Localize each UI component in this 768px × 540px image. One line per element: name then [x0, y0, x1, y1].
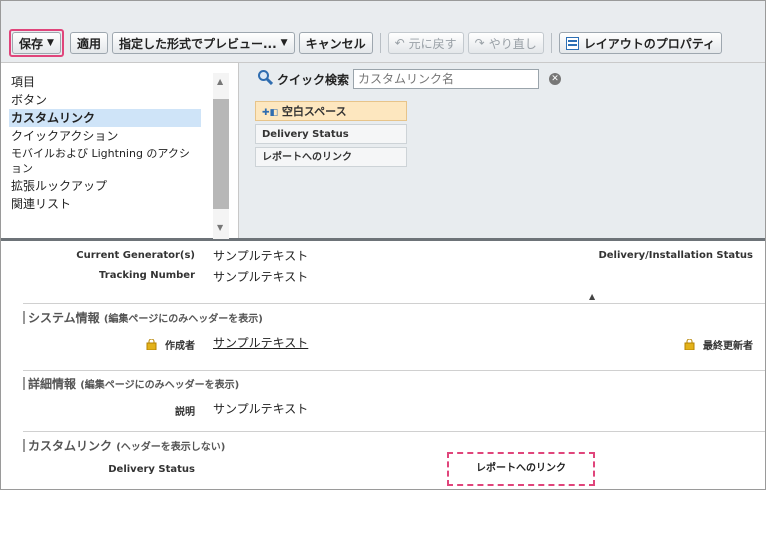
scroll-down-icon[interactable]: ▼	[217, 223, 223, 232]
created-by-value[interactable]: サンプルテキスト	[213, 334, 308, 351]
page-layout-body: Current Generator(s) サンプルテキスト Delivery/I…	[1, 241, 765, 489]
undo-label: 元に戻す	[408, 36, 457, 51]
redo-button[interactable]: ↷ やり直し	[467, 32, 544, 54]
chevron-down-icon[interactable]: ▼	[47, 38, 54, 48]
drag-handle-icon	[23, 439, 25, 452]
layout-properties-button[interactable]: レイアウトのプロパティ	[558, 32, 723, 54]
section-title: カスタムリンク	[28, 439, 113, 453]
last-modified-label: 最終更新者	[641, 337, 753, 352]
layout-properties-label: レイアウトのプロパティ	[583, 36, 716, 51]
section-divider	[23, 303, 765, 304]
undo-button[interactable]: ↶ 元に戻す	[387, 32, 464, 54]
category-mobile-lightning-actions[interactable]: モバイルおよび Lightning のアクシ	[9, 145, 201, 163]
description-value[interactable]: サンプルテキスト	[213, 400, 308, 417]
last-modified-text: 最終更新者	[703, 341, 753, 352]
created-by-text: 作成者	[165, 341, 195, 352]
section-title: 詳細情報	[28, 377, 77, 391]
chevron-down-icon: ▼	[280, 38, 288, 48]
field-label: Current Generator(s)	[76, 250, 195, 261]
blank-space-icon: ✚◧	[262, 108, 279, 118]
toolbar-buttons: 保存 ▼ 適用 指定した形式でプレビュー... ▼ キャンセル ↶ 元に戻す ↷…	[9, 29, 723, 57]
palette-category-list: 項目 ボタン カスタムリンク クイックアクション モバイルおよび Lightni…	[9, 73, 229, 239]
drag-handle-icon	[23, 311, 25, 324]
drag-handle-icon	[23, 377, 25, 390]
field-value[interactable]: サンプルテキスト	[213, 247, 308, 264]
redo-icon: ↷	[474, 36, 485, 50]
properties-icon	[565, 36, 579, 50]
section-subtitle: (編集ページにのみヘッダーを表示)	[103, 314, 263, 325]
toolbar-separator	[379, 33, 381, 53]
field-label-right: Delivery/Installation Status	[598, 250, 753, 261]
section-subtitle: (ヘッダーを表示しない)	[116, 442, 226, 453]
palette-items-area: クイック検索 ✕ ✚◧ 空白スペース Delivery Status レポートへ…	[238, 63, 765, 238]
category-buttons[interactable]: ボタン	[9, 91, 201, 109]
palette-item-label: 空白スペース	[281, 105, 347, 118]
created-by-label: 作成者	[101, 337, 195, 352]
field-value[interactable]: サンプルテキスト	[213, 268, 308, 285]
clear-search-icon[interactable]: ✕	[549, 73, 562, 85]
field-label: Tracking Number	[99, 270, 195, 281]
palette-item-blank-space[interactable]: ✚◧ 空白スペース	[255, 101, 407, 121]
category-custom-links[interactable]: カスタムリンク	[9, 109, 201, 127]
section-divider	[23, 431, 765, 432]
palette-item-report-link[interactable]: レポートへのリンク	[255, 147, 407, 167]
palette: 項目 ボタン カスタムリンク クイックアクション モバイルおよび Lightni…	[1, 63, 765, 303]
preview-as-button[interactable]: 指定した形式でプレビュー... ▼	[111, 32, 295, 54]
toolbar-separator	[550, 33, 552, 53]
cancel-label: キャンセル	[305, 36, 366, 51]
redo-label: やり直し	[488, 36, 537, 51]
undo-icon: ↶	[394, 36, 405, 50]
custom-link-report-drop-target[interactable]: レポートへのリンク	[447, 452, 595, 486]
custom-link-delivery-status[interactable]: Delivery Status	[61, 464, 195, 475]
section-header-custom-links[interactable]: カスタムリンク (ヘッダーを表示しない)	[23, 437, 225, 454]
cancel-button[interactable]: キャンセル	[298, 32, 373, 54]
section-header-system-info[interactable]: システム情報 (編集ページにのみヘッダーを表示)	[23, 309, 263, 326]
section-title: システム情報	[28, 311, 100, 325]
category-related-lists[interactable]: 関連リスト	[9, 195, 201, 213]
scroll-up-icon[interactable]: ▲	[217, 77, 223, 86]
quick-find-input[interactable]	[353, 69, 540, 89]
lock-icon	[146, 338, 157, 351]
description-label: 説明	[175, 407, 195, 418]
category-fields[interactable]: 項目	[9, 73, 201, 91]
palette-item-delivery-status[interactable]: Delivery Status	[255, 124, 407, 144]
lock-icon	[684, 338, 695, 351]
save-label: 保存	[19, 36, 44, 51]
quick-find-label: クイック検索	[277, 72, 350, 87]
layout-editor: 保存 ▼ 適用 指定した形式でプレビュー... ▼ キャンセル ↶ 元に戻す ↷…	[0, 0, 766, 490]
section-divider	[23, 370, 765, 371]
category-quick-actions[interactable]: クイックアクション	[9, 127, 201, 145]
search-icon	[257, 69, 274, 89]
apply-button[interactable]: 適用	[69, 32, 108, 54]
category-scrollbar[interactable]: ▲ ▼	[213, 73, 229, 239]
quick-find: クイック検索 ✕	[257, 69, 562, 89]
section-subtitle: (編集ページにのみヘッダーを表示)	[80, 380, 240, 391]
section-header-detail-info[interactable]: 詳細情報 (編集ページにのみヘッダーを表示)	[23, 375, 239, 392]
save-button-group: 保存 ▼	[9, 29, 64, 57]
preview-label: 指定した形式でプレビュー...	[118, 36, 277, 51]
save-button[interactable]: 保存 ▼	[12, 32, 61, 54]
scroll-thumb[interactable]	[213, 99, 229, 209]
category-mobile-lightning-actions-wrap[interactable]: ョン	[9, 163, 201, 177]
category-expanded-lookups[interactable]: 拡張ルックアップ	[9, 177, 201, 195]
apply-label: 適用	[76, 36, 101, 51]
toolbar: 保存 ▼ 適用 指定した形式でプレビュー... ▼ キャンセル ↶ 元に戻す ↷…	[1, 1, 765, 63]
